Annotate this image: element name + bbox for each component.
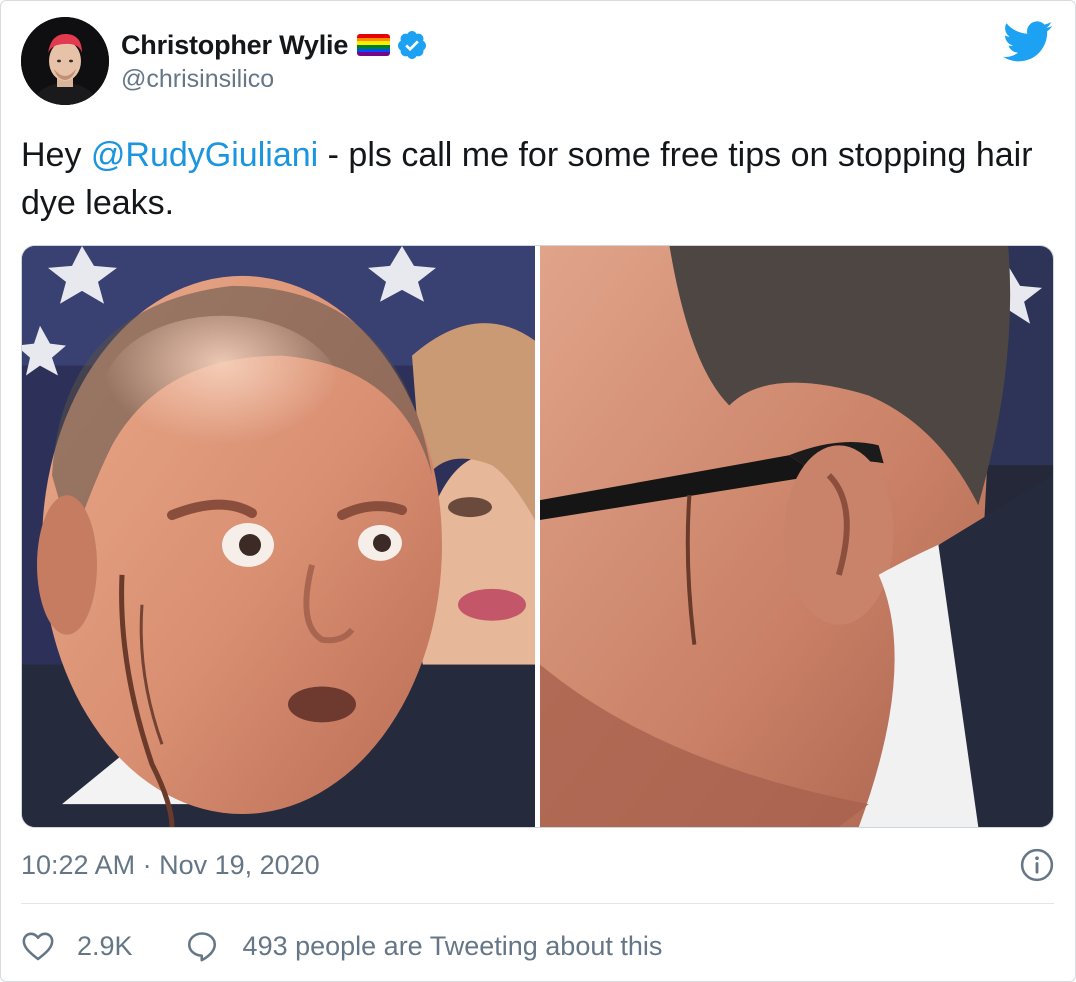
twitter-bird-icon[interactable] [1003,21,1053,63]
avatar[interactable] [21,17,109,105]
verified-badge-icon [398,31,427,59]
photo-1[interactable] [22,246,535,827]
tweet-text-prefix: Hey [21,136,91,174]
pride-flag-emoji [357,34,391,56]
author-block: Christopher Wylie @chrisinsilico [121,27,428,94]
like-count: 2.9K [77,930,133,961]
photo-2[interactable] [540,246,1053,827]
action-bar: 2.9K 493 people are Tweeting about this [21,923,662,969]
media-grid [21,245,1054,828]
name-row: Christopher Wylie [121,27,428,63]
tweet-card: Christopher Wylie @chrisinsilico Hey @Ru… [0,0,1076,982]
info-icon[interactable] [1020,848,1054,882]
conversation-count: 493 people are Tweeting about this [242,930,663,961]
mention-link[interactable]: @RudyGiuliani [91,136,318,174]
tweet-timestamp[interactable]: 10:22 AM · Nov 19, 2020 [21,850,320,881]
display-name[interactable]: Christopher Wylie [121,30,348,61]
conversation-link[interactable]: 493 people are Tweeting about this [185,929,663,963]
speech-bubble-icon [187,932,216,962]
like-button[interactable]: 2.9K [21,929,133,963]
user-handle[interactable]: @chrisinsilico [121,65,428,94]
timestamp-row: 10:22 AM · Nov 19, 2020 [21,845,1054,885]
heart-icon [22,932,54,961]
divider [21,903,1054,904]
tweet-text: Hey @RudyGiuliani - pls call me for some… [21,131,1041,227]
